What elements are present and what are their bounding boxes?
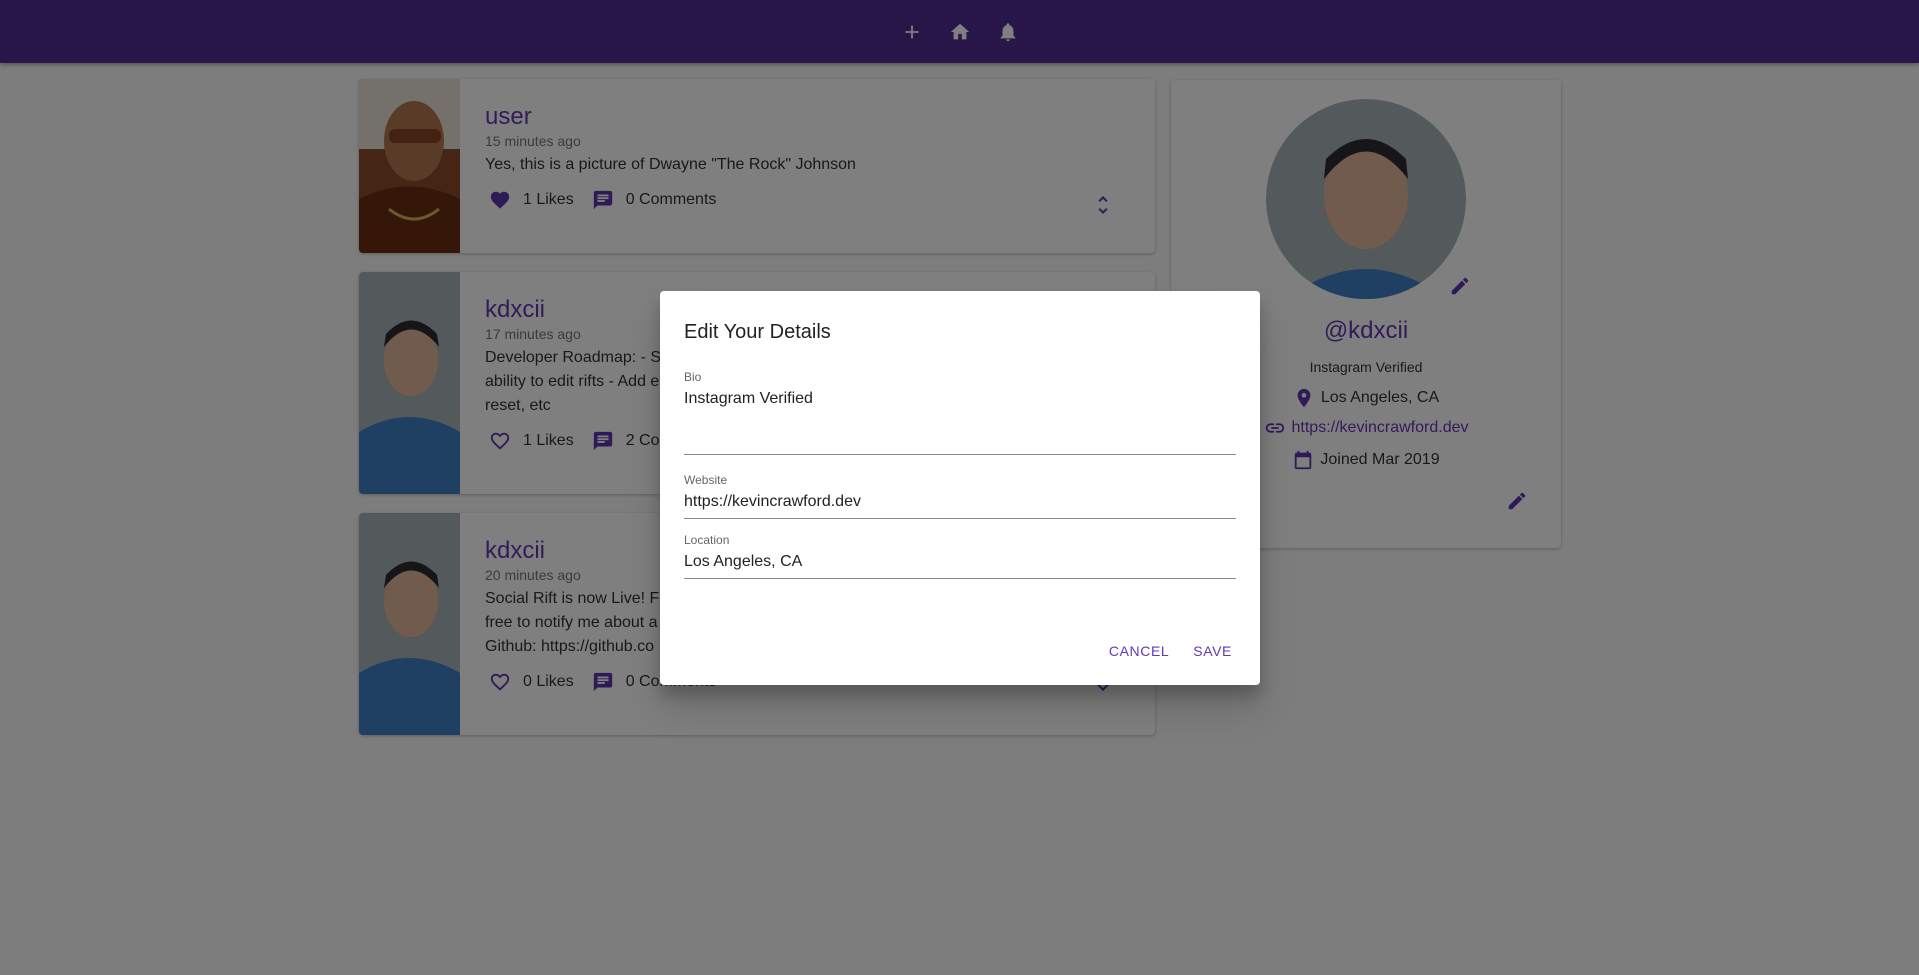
website-label: Website: [684, 473, 728, 487]
dialog-actions: CANCEL SAVE: [1101, 635, 1240, 667]
bio-field[interactable]: Bio Instagram Verified: [684, 370, 1236, 455]
save-button[interactable]: SAVE: [1185, 635, 1240, 667]
bio-label: Bio: [684, 370, 702, 384]
location-input[interactable]: Los Angeles, CA: [684, 547, 1236, 579]
edit-details-dialog: Edit Your Details Bio Instagram Verified…: [660, 291, 1260, 685]
bio-textarea[interactable]: Instagram Verified: [684, 384, 1236, 455]
website-input[interactable]: https://kevincrawford.dev: [684, 487, 1236, 519]
website-field[interactable]: Website https://kevincrawford.dev: [684, 473, 1236, 519]
dialog-title: Edit Your Details: [684, 321, 831, 343]
location-field[interactable]: Location Los Angeles, CA: [684, 533, 1236, 579]
cancel-button[interactable]: CANCEL: [1101, 635, 1177, 667]
location-label: Location: [684, 533, 730, 547]
